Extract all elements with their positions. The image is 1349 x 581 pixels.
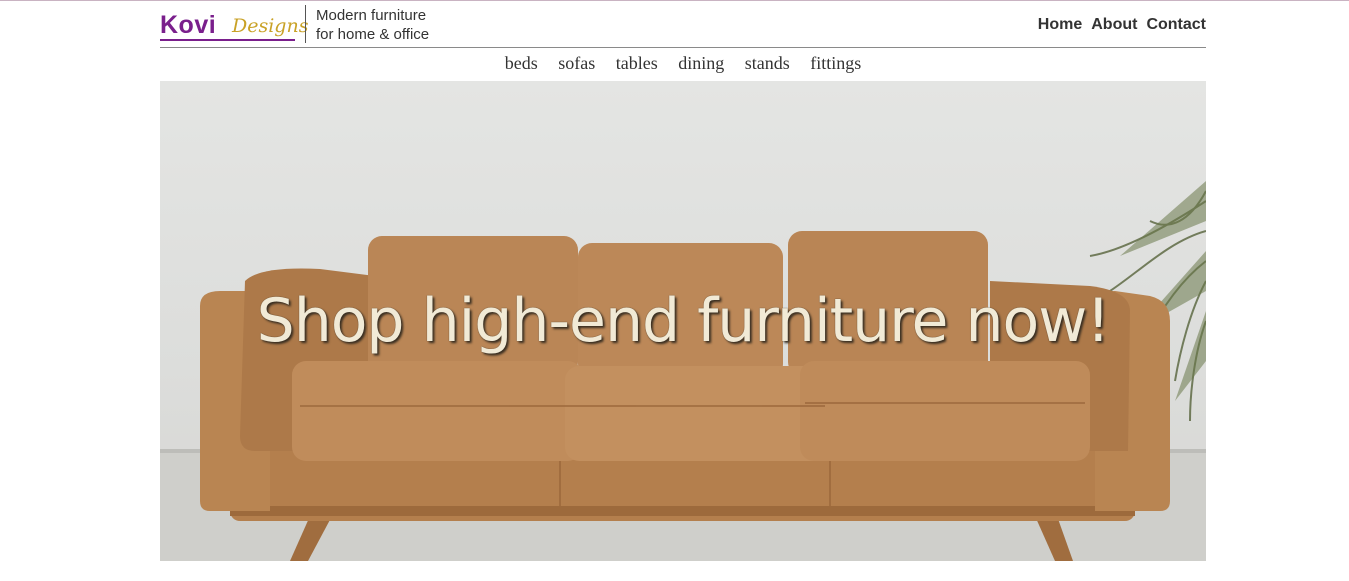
category-link-beds[interactable]: beds bbox=[505, 53, 538, 73]
hero-title: Shop high-end furniture now! bbox=[256, 286, 1111, 356]
top-nav: Home About Contact bbox=[1038, 16, 1206, 34]
header-divider bbox=[305, 5, 306, 43]
hero-banner: Shop high-end furniture now! bbox=[160, 81, 1206, 561]
brand-tagline: Modern furniture for home & office bbox=[316, 6, 429, 44]
tagline-line-1: Modern furniture bbox=[316, 7, 427, 24]
category-link-fittings[interactable]: fittings bbox=[810, 53, 861, 73]
category-link-stands[interactable]: stands bbox=[745, 53, 790, 73]
logo-underline bbox=[160, 39, 295, 41]
logo-wordmark: Kovi bbox=[160, 11, 217, 39]
nav-home-link[interactable]: Home bbox=[1038, 16, 1082, 34]
logo-script: Designs bbox=[232, 15, 309, 37]
category-link-dining[interactable]: dining bbox=[678, 53, 724, 73]
brand-logo[interactable]: Kovi Designs bbox=[160, 11, 308, 43]
category-nav: beds sofas tables dining stands fittings bbox=[160, 53, 1206, 74]
tagline-line-2: for home & office bbox=[316, 26, 430, 43]
nav-contact-link[interactable]: Contact bbox=[1146, 16, 1206, 34]
site-header: Kovi Designs Modern furniture for home &… bbox=[160, 1, 1206, 48]
category-link-sofas[interactable]: sofas bbox=[558, 53, 595, 73]
nav-about-link[interactable]: About bbox=[1091, 16, 1137, 34]
category-link-tables[interactable]: tables bbox=[616, 53, 658, 73]
